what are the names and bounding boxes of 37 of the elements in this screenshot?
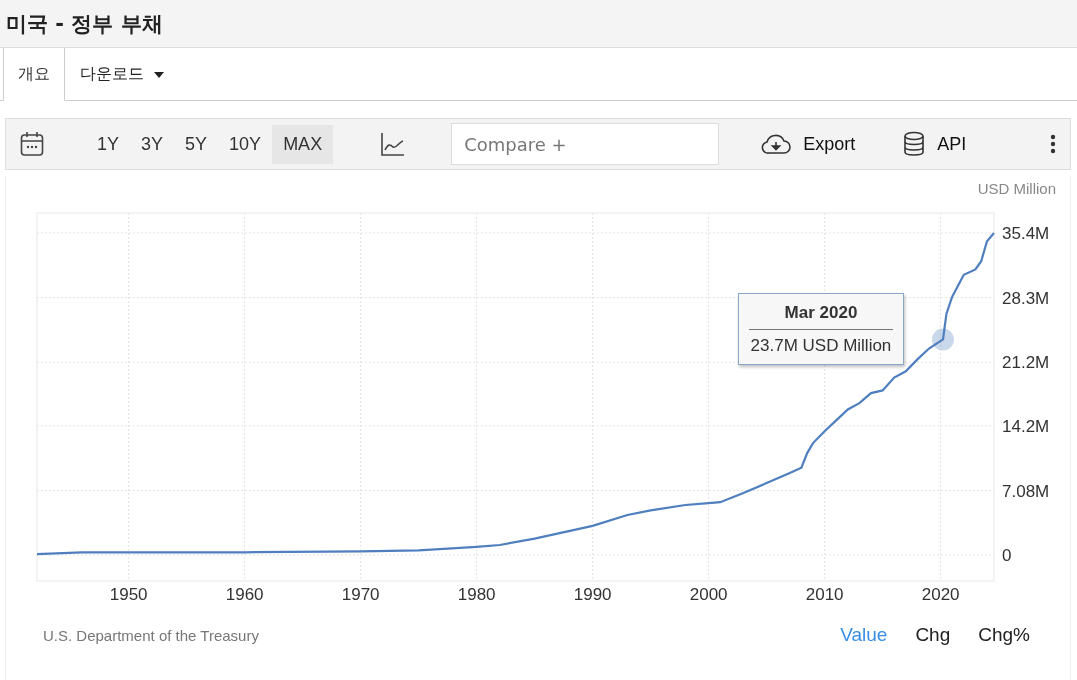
x-axis-label: 1960 <box>225 585 264 604</box>
x-axis-label: 1990 <box>573 585 612 604</box>
more-icon[interactable] <box>1050 134 1056 154</box>
x-axis-label: 2020 <box>921 585 960 604</box>
calendar-icon[interactable] <box>20 131 44 157</box>
range-button[interactable]: 10Y <box>218 124 273 164</box>
source-text: U.S. Department of the Treasury <box>43 626 259 644</box>
range-button[interactable]: 3Y <box>130 124 175 164</box>
range-button[interactable]: 5Y <box>174 124 219 164</box>
x-axis-label: 1950 <box>109 585 148 604</box>
range-button[interactable]: MAX <box>272 124 334 164</box>
tab[interactable]: 개요 <box>3 48 65 101</box>
api-button[interactable]: API <box>903 131 967 157</box>
tooltip-title: Mar 2020 <box>748 303 893 331</box>
y-axis-label: 0 <box>1002 546 1012 565</box>
cloud-download-icon <box>761 133 792 155</box>
view-tab[interactable]: Chg% <box>978 624 1030 646</box>
database-icon <box>903 131 926 157</box>
x-axis-label: 1980 <box>457 585 496 604</box>
x-axis-label: 2010 <box>805 585 844 604</box>
range-button[interactable]: 1Y <box>86 124 131 164</box>
line-chart-icon[interactable] <box>381 132 406 156</box>
y-axis-label: 14.2M <box>1002 416 1050 436</box>
page-title: 미국 - 정부 부채 <box>6 10 163 38</box>
tooltip-value: 23.7M USD Million <box>749 336 893 357</box>
x-axis-label: 1970 <box>341 585 380 604</box>
y-axis-label: 35.4M <box>1002 224 1050 243</box>
export-button[interactable]: Export <box>761 133 856 155</box>
hover-point <box>931 328 954 351</box>
x-axis-label: 2000 <box>689 585 728 604</box>
y-axis-label: 28.3M <box>1002 288 1050 308</box>
unit-label: USD Million <box>977 180 1056 197</box>
tab[interactable]: 다운로드 <box>65 48 179 101</box>
y-axis-label: 21.2M <box>1002 353 1050 373</box>
y-axis-label: 7.08M <box>1002 481 1050 501</box>
compare-field[interactable]: Compare + <box>451 123 720 165</box>
view-tab[interactable]: Chg <box>915 624 951 646</box>
